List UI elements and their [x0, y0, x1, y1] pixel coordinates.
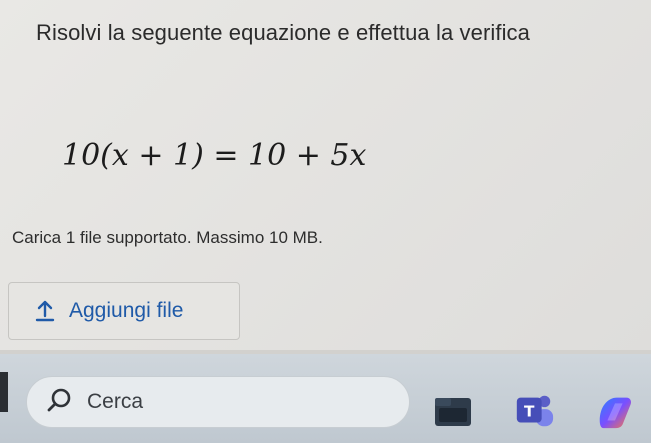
search-icon: [47, 387, 73, 418]
search-placeholder: Cerca: [87, 390, 144, 413]
copilot-icon[interactable]: [594, 390, 636, 432]
upload-icon: [35, 300, 55, 322]
upload-note: Carica 1 file supportato. Massimo 10 MB.: [12, 228, 323, 247]
teams-letter: T: [524, 403, 535, 421]
question-title: Risolvi la seguente equazione e effettua…: [36, 20, 530, 45]
equation: 10(x + 1) = 10 + 5x: [62, 138, 367, 173]
taskbar-search[interactable]: Cerca: [26, 376, 410, 428]
add-file-label: Aggiungi file: [69, 299, 184, 322]
taskbar: Cerca T: [0, 354, 651, 443]
assignment-form: Risolvi la seguente equazione e effettua…: [0, 0, 651, 352]
add-file-button[interactable]: Aggiungi file: [8, 282, 240, 340]
file-explorer-icon[interactable]: [432, 390, 474, 432]
taskbar-edge: [0, 372, 8, 412]
teams-icon[interactable]: T: [513, 390, 555, 432]
